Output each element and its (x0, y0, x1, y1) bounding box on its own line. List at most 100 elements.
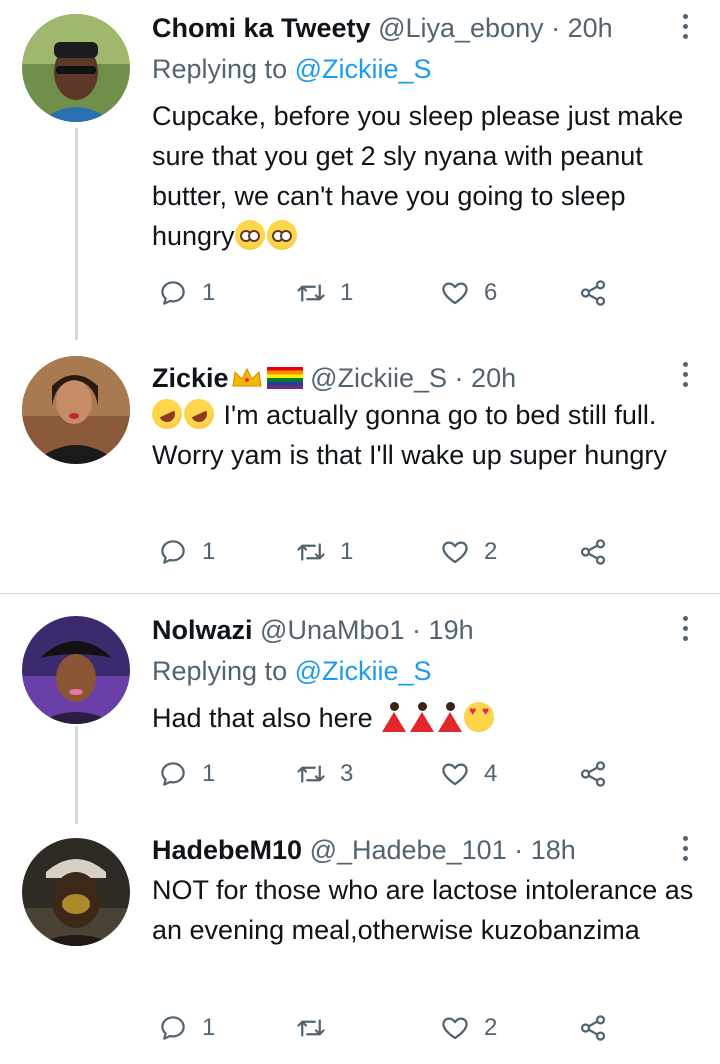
like-icon (442, 541, 468, 564)
retweet-count: 1 (340, 538, 354, 565)
flushed-face-emoji (266, 220, 297, 250)
retweet-count: 1 (340, 279, 354, 306)
reply-button[interactable]: 1 (158, 532, 215, 572)
rainbow-flag-emoji (266, 367, 303, 389)
dancer-emoji (380, 702, 407, 732)
tweet-text: NOT for those who are lactose intoleranc… (152, 870, 702, 950)
like-button[interactable]: 2 (440, 1008, 497, 1048)
tweet[interactable]: HadebeM10 @_Hadebe_101 · 18h NOT for tho… (0, 824, 720, 1064)
timestamp[interactable]: 20h (568, 13, 613, 43)
reply-count: 1 (202, 279, 216, 306)
more-icon[interactable] (680, 362, 690, 390)
reply-icon (161, 1016, 185, 1040)
tweet-header: Nolwazi @UnaMbo1 · 19h (152, 610, 660, 650)
retweet-count: 3 (340, 760, 354, 787)
tweet[interactable]: Zickie @Zickiie_S · 20h I'm actually gon… (0, 340, 720, 592)
mention-link[interactable]: @Zickiie_S (295, 54, 432, 84)
share-button[interactable] (578, 1008, 608, 1048)
crown-emoji (231, 367, 262, 387)
display-name[interactable]: Nolwazi (152, 615, 253, 645)
tweet[interactable]: Nolwazi @UnaMbo1 · 19h Replying to @Zick… (0, 594, 720, 824)
retweet-button[interactable]: 3 (296, 754, 353, 794)
replying-to: Replying to @Zickiie_S (152, 652, 432, 690)
tweet-text: Cupcake, before you sleep please just ma… (152, 96, 702, 256)
reply-count: 1 (202, 760, 216, 787)
tweet-text-body: Cupcake, before you sleep please just ma… (152, 101, 684, 251)
tweet-header: Zickie @Zickiie_S · 20h (152, 358, 660, 398)
tweet-text: I'm actually gonna go to bed still full.… (147, 394, 702, 475)
reply-button[interactable]: 1 (158, 754, 215, 794)
action-bar: 1 1 2 (152, 532, 632, 572)
timestamp[interactable]: 20h (471, 363, 516, 393)
thread-line (75, 128, 78, 340)
username[interactable]: @UnaMbo1 (260, 615, 404, 645)
like-button[interactable]: 6 (440, 273, 497, 313)
like-icon (442, 1017, 468, 1040)
replying-prefix: Replying to (152, 54, 288, 84)
heart-eyes-emoji (464, 702, 495, 732)
share-button[interactable] (578, 532, 608, 572)
retweet-button[interactable]: 1 (296, 532, 353, 572)
tweet-header: HadebeM10 @_Hadebe_101 · 18h (152, 830, 660, 870)
reply-button[interactable]: 1 (158, 273, 215, 313)
retweet-icon (297, 284, 325, 302)
username[interactable]: @_Hadebe_101 (310, 835, 507, 865)
display-name[interactable]: HadebeM10 (152, 835, 302, 865)
username[interactable]: @Liya_ebony (378, 13, 544, 43)
tweet-text-body: NOT for those who are lactose intoleranc… (152, 875, 694, 945)
like-button[interactable]: 2 (440, 532, 497, 572)
avatar[interactable] (22, 616, 130, 724)
action-bar: 1 3 4 (152, 754, 632, 794)
like-count: 2 (484, 538, 498, 565)
action-bar: 1 2 (152, 1008, 632, 1048)
mention-link[interactable]: @Zickiie_S (295, 656, 432, 686)
share-button[interactable] (578, 754, 608, 794)
display-name[interactable]: Zickie (152, 363, 229, 393)
share-button[interactable] (578, 273, 608, 313)
replying-to: Replying to @Zickiie_S (152, 50, 432, 88)
retweet-icon (297, 1019, 325, 1037)
flushed-face-emoji (234, 220, 265, 250)
rofl-emoji (147, 394, 187, 434)
tweet-text-body: I'm actually gonna go to bed still full.… (152, 400, 667, 470)
avatar[interactable] (22, 356, 130, 464)
avatar[interactable] (22, 14, 130, 122)
tweet-header: Chomi ka Tweety @Liya_ebony · 20h (152, 8, 660, 48)
retweet-button[interactable] (296, 1008, 340, 1048)
username[interactable]: @Zickiie_S (310, 363, 447, 393)
separator-dot: · (551, 13, 561, 43)
like-count: 6 (484, 279, 498, 306)
rofl-emoji (179, 394, 219, 434)
separator-dot: · (514, 835, 524, 865)
tweet[interactable]: Chomi ka Tweety @Liya_ebony · 20h Replyi… (0, 0, 720, 340)
reply-icon (161, 762, 185, 786)
separator-dot: · (454, 363, 464, 393)
thread-line (75, 726, 78, 824)
reply-icon (161, 540, 185, 564)
replying-prefix: Replying to (152, 656, 288, 686)
more-icon[interactable] (680, 616, 690, 644)
display-name[interactable]: Chomi ka Tweety (152, 13, 371, 43)
timestamp[interactable]: 18h (531, 835, 576, 865)
avatar[interactable] (22, 838, 130, 946)
more-icon[interactable] (680, 14, 690, 42)
like-count: 4 (484, 760, 498, 787)
separator-dot: · (412, 615, 422, 645)
like-icon (442, 282, 468, 305)
reply-button[interactable]: 1 (158, 1008, 215, 1048)
reply-count: 1 (202, 538, 216, 565)
like-button[interactable]: 4 (440, 754, 497, 794)
reply-icon (161, 281, 185, 305)
tweet-text-body: Had that also here (152, 703, 373, 733)
timestamp[interactable]: 19h (429, 615, 474, 645)
share-icon (580, 761, 606, 787)
share-icon (580, 539, 606, 565)
share-icon (580, 1015, 606, 1041)
reply-count: 1 (202, 1014, 216, 1041)
retweet-button[interactable]: 1 (296, 273, 353, 313)
retweet-icon (297, 543, 325, 561)
more-icon[interactable] (680, 836, 690, 864)
tweet-text: Had that also here (152, 698, 702, 738)
dancer-emoji (408, 702, 435, 732)
share-icon (580, 280, 606, 306)
